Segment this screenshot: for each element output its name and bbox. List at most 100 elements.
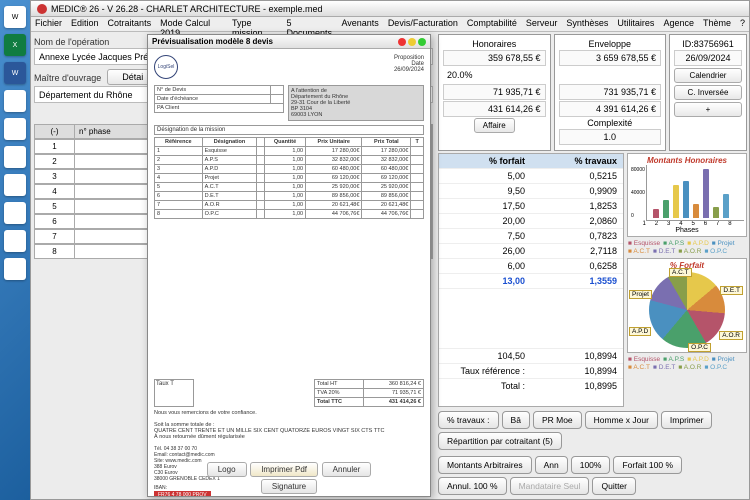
pie-legend: EsquisseA.P.SA.P.DProjetA.C.TD.E.TA.O.RO… [627, 355, 747, 372]
mo-label: Maître d'ouvrage [34, 73, 101, 83]
desktop-shortcut[interactable] [4, 146, 26, 168]
dateech-label: Date d'échéance [155, 95, 271, 104]
plus-button[interactable]: + [674, 102, 742, 117]
button-row-2: Montants ArbitrairesAnn100%Forfait 100 %… [438, 454, 747, 497]
tva-rate: 20.0% [443, 67, 546, 83]
action-button[interactable]: % travaux : [438, 411, 499, 429]
complexite-value[interactable]: 1.0 [559, 129, 662, 145]
print-pdf-button[interactable]: Imprimer Pdf [250, 462, 318, 477]
bar [653, 209, 659, 218]
bar [713, 207, 719, 218]
quote-table: RéférenceDésignationQuantitéPrix Unitair… [154, 137, 424, 219]
desktop-shortcut[interactable] [4, 230, 26, 252]
logo-button[interactable]: Logo [207, 462, 247, 477]
action-button[interactable]: Imprimer [661, 411, 713, 429]
desktop-shortcut[interactable]: W [4, 6, 26, 28]
menu-mode calcul 2019[interactable]: Mode Calcul 2019 [160, 18, 223, 30]
designation-label: Désignation de la mission [154, 125, 424, 135]
action-button[interactable]: Bâ [502, 411, 530, 429]
action-button[interactable]: Montants Arbitraires [438, 456, 532, 474]
col-minus: (-) [35, 125, 75, 138]
company-logo: LogiSel [154, 55, 178, 79]
desktop-shortcut[interactable] [4, 258, 26, 280]
right-panel: Honoraires 359 678,55 € 20.0% 71 935,71 … [436, 32, 749, 499]
honoraires-box: Honoraires 359 678,55 € 20.0% 71 935,71 … [438, 34, 551, 151]
cinversee-button[interactable]: C. Inversée [674, 85, 742, 100]
menu-utilitaires[interactable]: Utilitaires [617, 18, 654, 30]
action-button[interactable]: Annul. 100 % [438, 477, 507, 495]
desktop-shortcut[interactable] [4, 90, 26, 112]
preview-title: Prévisualisation modèle 8 devis [152, 37, 273, 46]
action-button[interactable]: PR Moe [533, 411, 582, 429]
button-row-1: % travaux :BâPR MoeHomme x JourImprimer R… [438, 409, 747, 452]
menu-agence[interactable]: Agence [663, 18, 694, 30]
honoraires-ttc: 431 614,26 € [443, 101, 546, 117]
desktop-shortcut[interactable]: X [4, 34, 26, 56]
client-label: PA Client [155, 104, 284, 113]
affaire-button[interactable]: Affaire [474, 118, 515, 133]
menu-comptabilité[interactable]: Comptabilité [467, 18, 517, 30]
desktop-shortcut[interactable] [4, 118, 26, 140]
menu-thème[interactable]: Thème [703, 18, 731, 30]
bar [723, 194, 729, 218]
menu-cotraitants[interactable]: Cotraitants [108, 18, 152, 30]
calendrier-button[interactable]: Calendrier [674, 68, 742, 83]
maximize-icon[interactable] [418, 38, 426, 46]
desktop-shortcut[interactable] [4, 202, 26, 224]
id-label: ID:83756961 [674, 39, 742, 49]
preview-dialog: Prévisualisation modèle 8 devis LogiSel … [147, 34, 431, 497]
bar-legend: EsquisseA.P.SA.P.DProjetA.C.TD.E.TA.O.RO… [627, 239, 747, 256]
bar-chart: Montants Honoraires 80000 40000 0 123456… [627, 153, 747, 237]
rates-table: % forfait% travaux 5,000,52159,500,99091… [438, 153, 624, 407]
bar [703, 169, 709, 218]
bar [663, 200, 669, 218]
complexite-label: Complexité [559, 118, 662, 128]
menu-serveur[interactable]: Serveur [526, 18, 558, 30]
bar [683, 181, 689, 218]
honoraires-tva: 71 935,71 € [443, 84, 546, 100]
client-address: A l'attention deDépartement du Rhône29-3… [288, 85, 424, 121]
action-button[interactable]: Homme x Jour [585, 411, 658, 429]
menu-fichier[interactable]: Fichier [35, 18, 62, 30]
bar [673, 185, 679, 218]
action-button[interactable]: Répartition par cotraitant (5) [438, 432, 562, 450]
menu-bar: Fichier Edition Cotraitants Mode Calcul 201… [31, 17, 749, 32]
menu-devis/facturation[interactable]: Devis/Facturation [388, 18, 458, 30]
menu-?[interactable]: ? [740, 18, 745, 30]
thanks-text: Nous vous remercions de votre confiance. [154, 410, 424, 416]
menu-5 documents[interactable]: 5 Documents [286, 18, 332, 30]
id-date[interactable]: 26/09/2024 [674, 50, 742, 66]
desktop-shortcut[interactable]: W [4, 62, 26, 84]
menu-edition[interactable]: Edition [71, 18, 99, 30]
close-icon[interactable] [398, 38, 406, 46]
menu-type mission[interactable]: Type mission [232, 18, 278, 30]
payment-note: À nous retournée dûment régularisée [154, 434, 424, 440]
ndevis-label: N° de Devis [155, 86, 271, 95]
cancel-button[interactable]: Annuler [322, 462, 372, 477]
app-icon [37, 4, 47, 14]
menu-synthèses[interactable]: Synthèses [566, 18, 608, 30]
signature-button[interactable]: Signature [261, 479, 317, 494]
id-box: ID:83756961 26/09/2024 Calendrier C. Inv… [669, 34, 747, 151]
menu-avenants[interactable]: Avenants [341, 18, 378, 30]
bar-chart-title: Montants Honoraires [630, 156, 744, 165]
amount-letters: Soit la somme totale de : QUATRE CENT TR… [154, 422, 424, 434]
desktop-shortcut[interactable] [4, 174, 26, 196]
pie-graphic: A.C.T D.E.T A.O.R O.P.C A.P.D Projet [649, 272, 725, 348]
pie-chart: % Forfait A.C.T D.E.T A.O.R O.P.C A.P.D … [627, 258, 747, 353]
honoraires-ht: 359 678,55 € [443, 50, 546, 66]
action-button[interactable]: Quitter [592, 477, 636, 495]
action-button[interactable]: Ann [535, 456, 568, 474]
bar [693, 204, 699, 218]
action-button[interactable]: Forfait 100 % [613, 456, 682, 474]
tax-cell: Taux T [154, 379, 194, 407]
action-button[interactable]: 100% [571, 456, 611, 474]
action-button: Mandataire Seul [510, 477, 590, 495]
minimize-icon[interactable] [408, 38, 416, 46]
enveloppe-label: Enveloppe [559, 39, 662, 49]
title-bar: MEDIC® 26 - V 26.28 - CHARLET ARCHITECTU… [31, 1, 749, 17]
desktop-sidebar: W X W [0, 0, 30, 500]
window-title: MEDIC® 26 - V 26.28 - CHARLET ARCHITECTU… [51, 4, 323, 14]
left-panel: Nom de l'opération Annexe Lycée Jacques … [31, 32, 436, 499]
enveloppe-box: Enveloppe 3 659 678,55 € 731 935,71 € 4 … [554, 34, 667, 151]
